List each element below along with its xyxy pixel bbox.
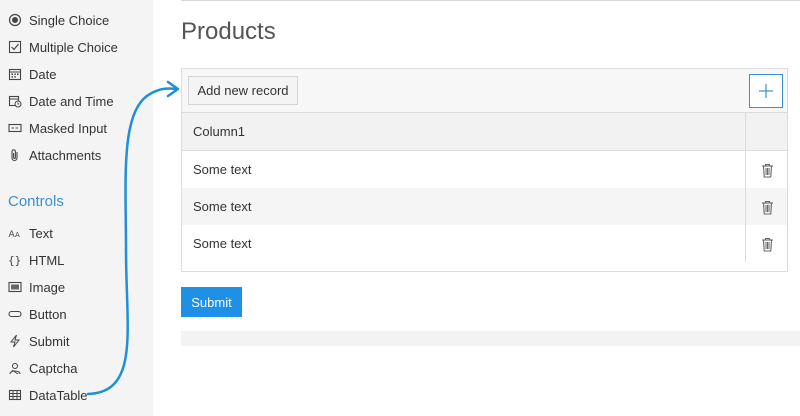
sidebar: Single Choice Multiple Choice Date Date …	[0, 0, 153, 416]
image-icon	[8, 280, 22, 294]
paperclip-icon	[8, 148, 22, 162]
sidebar-divider	[153, 0, 167, 416]
sidebar-item-attachments[interactable]: Attachments	[8, 145, 101, 165]
sidebar-item-label: Masked Input	[29, 120, 108, 136]
table-cell[interactable]: Some text	[182, 151, 746, 188]
svg-text:A: A	[15, 231, 20, 239]
table-icon	[8, 388, 22, 402]
sidebar-item-label: Date	[29, 66, 57, 82]
table-row: Some text	[182, 188, 787, 225]
radio-icon	[8, 13, 22, 27]
table-cell[interactable]: Some text	[182, 225, 746, 262]
sidebar-item-label: Submit	[29, 333, 70, 349]
svg-text:{}: {}	[8, 254, 21, 267]
column-header[interactable]: Column1	[182, 113, 746, 150]
add-new-record-button[interactable]: Add new record	[188, 76, 298, 105]
calendar-icon	[8, 67, 22, 81]
delete-row-button[interactable]	[760, 162, 774, 178]
text-icon: AA	[8, 226, 22, 240]
sidebar-item-button[interactable]: Button	[8, 304, 67, 324]
submit-button[interactable]: Submit	[181, 287, 242, 317]
table-header: Column1	[182, 113, 787, 151]
masked-input-icon	[8, 121, 22, 135]
sidebar-item-label: Single Choice	[29, 12, 110, 28]
sidebar-item-date-and-time[interactable]: Date and Time	[8, 91, 114, 111]
checkbox-icon	[8, 40, 22, 54]
sidebar-item-datatable[interactable]: DataTable	[8, 385, 88, 405]
delete-row-button[interactable]	[760, 236, 774, 252]
sidebar-item-image[interactable]: Image	[8, 277, 65, 297]
sidebar-item-date[interactable]: Date	[8, 64, 56, 84]
sidebar-item-label: Multiple Choice	[29, 39, 118, 55]
table-row: Some text	[182, 225, 787, 262]
sidebar-item-single-choice[interactable]: Single Choice	[8, 10, 109, 30]
sidebar-item-label: DataTable	[29, 387, 88, 403]
calendar-clock-icon	[8, 94, 22, 108]
table-cell[interactable]: Some text	[182, 188, 746, 225]
controls-heading: Controls	[8, 193, 64, 210]
table-row: Some text	[182, 151, 787, 188]
top-border	[181, 0, 800, 1]
lightning-icon	[8, 334, 22, 348]
page-title: Products	[181, 18, 276, 45]
braces-icon: {}	[8, 253, 22, 267]
sidebar-item-html[interactable]: {} HTML	[8, 250, 64, 270]
sidebar-item-text[interactable]: AA Text	[8, 223, 53, 243]
sidebar-item-label: Attachments	[29, 147, 102, 163]
sidebar-item-label: Button	[29, 306, 67, 322]
trash-icon	[761, 163, 774, 178]
button-icon	[8, 307, 22, 321]
add-row-button[interactable]	[749, 74, 783, 108]
sidebar-item-label: HTML	[29, 252, 65, 268]
plus-icon	[758, 83, 774, 99]
sidebar-item-submit[interactable]: Submit	[8, 331, 69, 351]
form-footer-bar	[181, 331, 800, 346]
trash-icon	[761, 237, 774, 252]
table-toolbar: Add new record	[182, 69, 787, 113]
delete-row-button[interactable]	[760, 199, 774, 215]
captcha-icon	[8, 361, 22, 375]
data-table: Add new record Column1 Some text Some te…	[181, 68, 788, 272]
sidebar-item-multiple-choice[interactable]: Multiple Choice	[8, 37, 118, 57]
sidebar-item-label: Date and Time	[29, 93, 114, 109]
sidebar-item-label: Captcha	[29, 360, 78, 376]
sidebar-item-label: Text	[29, 225, 53, 241]
sidebar-item-captcha[interactable]: Captcha	[8, 358, 77, 378]
sidebar-item-masked-input[interactable]: Masked Input	[8, 118, 107, 138]
sidebar-item-label: Image	[29, 279, 66, 295]
trash-icon	[761, 200, 774, 215]
